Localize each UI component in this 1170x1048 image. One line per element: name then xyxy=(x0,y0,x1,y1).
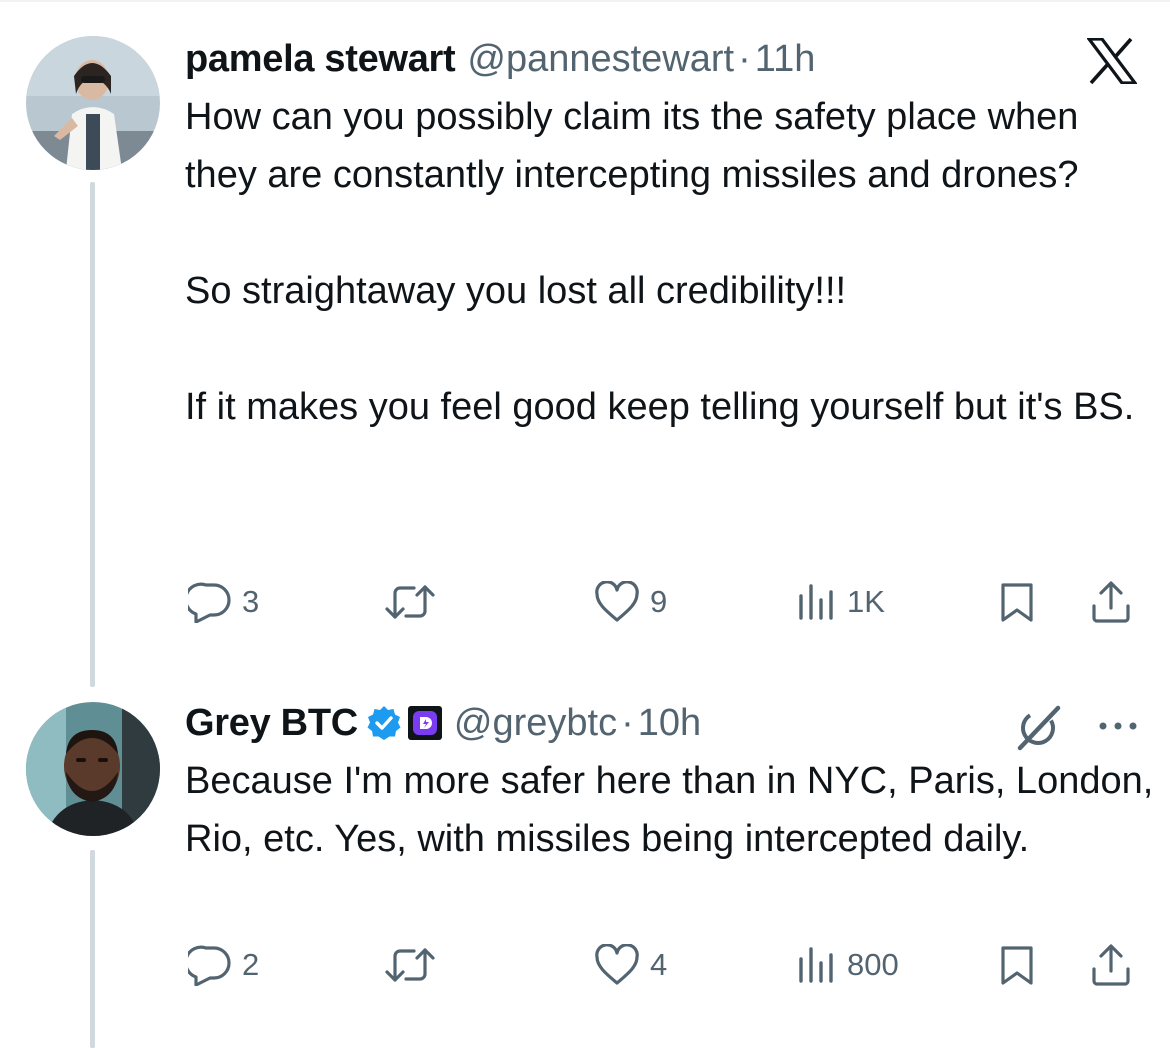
reply-button[interactable]: 3 xyxy=(188,572,259,632)
views-icon xyxy=(799,584,833,620)
like-button[interactable]: 4 xyxy=(594,935,667,995)
like-button[interactable]: 9 xyxy=(594,572,667,632)
tweet-text: Because I'm more safer here than in NYC,… xyxy=(185,760,1164,860)
separator-dot: · xyxy=(621,701,634,744)
timestamp[interactable]: 10h xyxy=(638,702,701,745)
tweet-header: Grey BTC @greybtc · 10h xyxy=(185,698,701,748)
reply-button[interactable]: 2 xyxy=(188,935,259,995)
tweet-greybtc: Grey BTC @greybtc · 10h Because I'm more… xyxy=(0,690,1170,1048)
retweet-button[interactable] xyxy=(384,572,446,632)
bookmark-icon xyxy=(1001,583,1033,622)
reply-count: 3 xyxy=(242,584,260,619)
like-count: 4 xyxy=(650,947,668,982)
views-button[interactable]: 1K xyxy=(797,572,885,632)
action-bar: 2 4 800 xyxy=(0,935,1170,995)
tweet-pamela: pamela stewart @pannestewart · 11h How c… xyxy=(0,0,1170,690)
share-button[interactable] xyxy=(1089,572,1133,632)
heart-icon xyxy=(595,944,639,985)
reply-icon xyxy=(188,582,231,623)
reply-count: 2 xyxy=(242,947,260,982)
views-icon xyxy=(799,947,833,983)
share-icon xyxy=(1092,944,1130,986)
display-name[interactable]: Grey BTC xyxy=(185,702,358,745)
user-handle[interactable]: @pannestewart xyxy=(467,38,734,81)
bookmark-icon xyxy=(1001,946,1033,985)
action-bar: 3 9 1K xyxy=(0,572,1170,632)
share-icon xyxy=(1092,581,1130,623)
retweet-button[interactable] xyxy=(384,935,446,995)
view-count: 800 xyxy=(847,947,899,982)
view-count: 1K xyxy=(847,584,885,619)
heart-icon xyxy=(595,581,639,622)
tweet-text: How can you possibly claim its the safet… xyxy=(185,96,1135,428)
retweet-icon xyxy=(385,585,435,619)
verified-badge-icon[interactable] xyxy=(366,705,402,741)
more-icon[interactable] xyxy=(1096,714,1140,738)
bookmark-button[interactable] xyxy=(999,572,1035,632)
views-button[interactable]: 800 xyxy=(797,935,899,995)
avatar[interactable] xyxy=(26,36,160,170)
separator-dot: · xyxy=(738,37,751,80)
avatar[interactable] xyxy=(26,702,160,836)
x-logo-icon xyxy=(1085,37,1139,85)
retweet-icon xyxy=(385,948,435,982)
like-count: 9 xyxy=(650,584,668,619)
timestamp[interactable]: 11h xyxy=(755,38,816,81)
tweet-header: pamela stewart @pannestewart · 11h xyxy=(185,34,815,84)
display-name[interactable]: pamela stewart xyxy=(185,38,456,81)
reply-icon xyxy=(188,945,231,986)
bookmark-button[interactable] xyxy=(999,935,1035,995)
user-handle[interactable]: @greybtc xyxy=(454,702,617,745)
grok-icon[interactable] xyxy=(1014,702,1064,752)
share-button[interactable] xyxy=(1089,935,1133,995)
affiliate-d-badge-icon[interactable] xyxy=(407,706,442,740)
